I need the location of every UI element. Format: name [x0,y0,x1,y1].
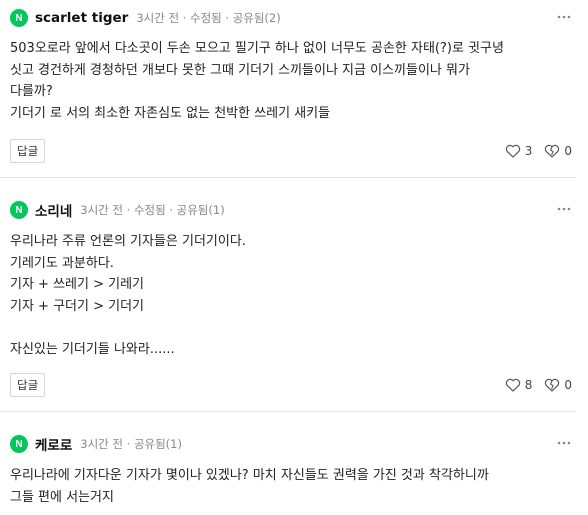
comment-line: 우리나라 주류 언론의 기자들은 기더기이다. [10,234,246,249]
comment-line: 기더기 로 서의 최소한 자존심도 없는 천박한 쓰레기 새키들 [10,105,331,121]
naver-avatar-badge: N [10,201,28,219]
comment-line: 그들 편에 서는거지 [10,489,114,505]
like-button[interactable]: 8 [505,378,533,392]
more-options-icon[interactable] [556,9,572,25]
comment-line: 다를까? [10,84,53,99]
comment-author[interactable]: 소리네 [35,200,72,220]
naver-avatar-badge: N [10,435,28,453]
broken-heart-icon [544,378,560,392]
comment-body: 503오로라 앞에서 다소곳이 두손 모으고 필기구 하나 없이 너무도 공손한… [10,38,576,124]
comment-line: 기레기도 과분하다. [10,255,114,271]
comment-author[interactable]: 케로로 [35,434,72,454]
vote-group: 3 0 [505,139,572,163]
dislike-button[interactable]: 0 [544,144,572,158]
comment-divider [0,411,576,412]
comment-line: 우리나라에 기자다운 기자가 몇이나 있겠나? 마치 자신들도 권력을 가진 것… [10,468,489,483]
comment-line [10,317,576,339]
broken-heart-icon [544,144,560,158]
more-options-icon[interactable] [556,435,572,451]
more-options-icon[interactable] [556,201,572,217]
comment-body: 우리나라 주류 언론의 기자들은 기더기이다. 기레기도 과분하다. 기자 + … [10,231,576,360]
reply-button[interactable]: 답글 [10,139,46,163]
vote-group: 8 0 [505,373,572,397]
like-count: 3 [524,144,533,158]
comment-header: N scarlet tiger 3시간 전 · 수정됨 · 공유됨(2) [10,8,576,28]
like-button[interactable]: 3 [505,144,533,158]
comment-header: N 소리네 3시간 전 · 수정됨 · 공유됨(1) [10,200,576,220]
comment-line: 자신있는 기더기들 나와라...... [10,341,175,357]
comment-meta: 3시간 전 · 공유됨(1) [80,437,182,451]
like-count: 8 [524,378,533,392]
comment-meta: 3시간 전 · 수정됨 · 공유됨(1) [80,203,225,217]
heart-icon [505,378,521,392]
comment-body: 우리나라에 기자다운 기자가 몇이나 있겠나? 마치 자신들도 권력을 가진 것… [10,465,576,508]
naver-avatar-badge: N [10,9,28,27]
heart-icon [505,144,521,158]
reply-button[interactable]: 답글 [10,373,46,397]
comment-header: N 케로로 3시간 전 · 공유됨(1) [10,434,576,454]
dislike-count: 0 [564,378,572,392]
comment-line: 기자 + 쓰레기 > 기레기 [10,277,144,292]
dislike-count: 0 [564,144,572,158]
comment-line: 싯고 경건하게 경청하던 개보다 못한 그때 기더기 스끼들이나 지금 이스끼들… [10,62,470,78]
comment-line: 503오로라 앞에서 다소곳이 두손 모으고 필기구 하나 없이 너무도 공손한… [10,41,504,56]
comment-line: 기자 + 구더기 > 기더기 [10,298,144,314]
comment-author[interactable]: scarlet tiger [35,10,128,26]
comment-divider [0,177,576,178]
comment-meta: 3시간 전 · 수정됨 · 공유됨(2) [136,11,281,25]
dislike-button[interactable]: 0 [544,378,572,392]
